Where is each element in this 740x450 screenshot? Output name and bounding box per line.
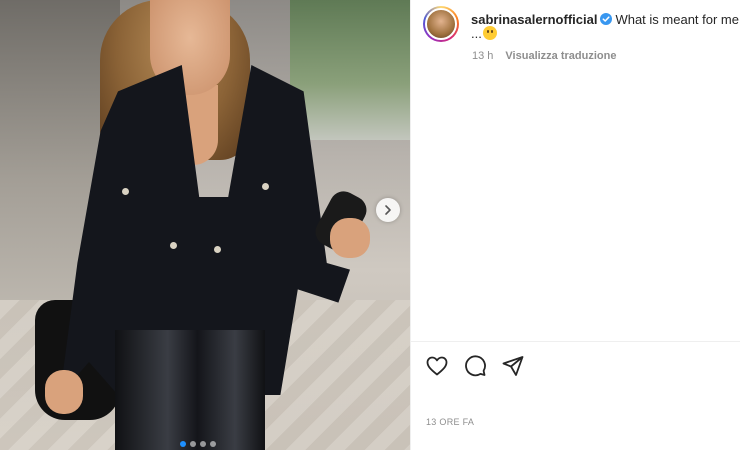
translate-link[interactable]: Visualizza traduzione (505, 50, 616, 62)
carousel-dot (210, 441, 216, 447)
caption-meta: 13 h Visualizza traduzione (472, 50, 616, 62)
blazer-button (170, 242, 177, 249)
heart-icon (426, 356, 448, 376)
carousel-next-button[interactable] (376, 198, 400, 222)
background-plants (290, 0, 410, 140)
avatar[interactable] (423, 6, 459, 42)
carousel-dot (180, 441, 186, 447)
chevron-right-icon (385, 205, 391, 215)
carousel-indicator (180, 441, 216, 447)
like-button[interactable] (425, 354, 449, 378)
post-photo[interactable] (0, 0, 410, 450)
smiley-emoji-icon (482, 26, 497, 40)
avatar-image (425, 8, 457, 40)
caption-continuation: ... (471, 26, 497, 41)
verified-badge-icon (600, 13, 613, 25)
post-timestamp: 13 ORE FA (426, 417, 475, 427)
carousel-dot (200, 441, 206, 447)
post-time: 13 h (472, 50, 494, 62)
caption-body: What is meant for me w (615, 12, 740, 27)
post-details-panel: sabrinasalernofficial What is meant for … (410, 0, 740, 450)
username-link[interactable]: sabrinasalernofficial (471, 12, 597, 27)
blazer-button (122, 188, 129, 195)
hand (330, 218, 370, 258)
share-button[interactable] (501, 354, 525, 378)
comment-icon (465, 355, 486, 377)
share-icon (502, 356, 524, 376)
divider (411, 341, 740, 342)
action-bar (425, 354, 525, 378)
comment-button[interactable] (463, 354, 487, 378)
carousel-dot (190, 441, 196, 447)
caption-ellipsis: ... (471, 26, 482, 41)
blazer-button (262, 183, 269, 190)
blazer-button (214, 246, 221, 253)
hand (45, 370, 83, 414)
leather-pants (115, 330, 265, 450)
caption-text: sabrinasalernofficial What is meant for … (471, 12, 740, 28)
